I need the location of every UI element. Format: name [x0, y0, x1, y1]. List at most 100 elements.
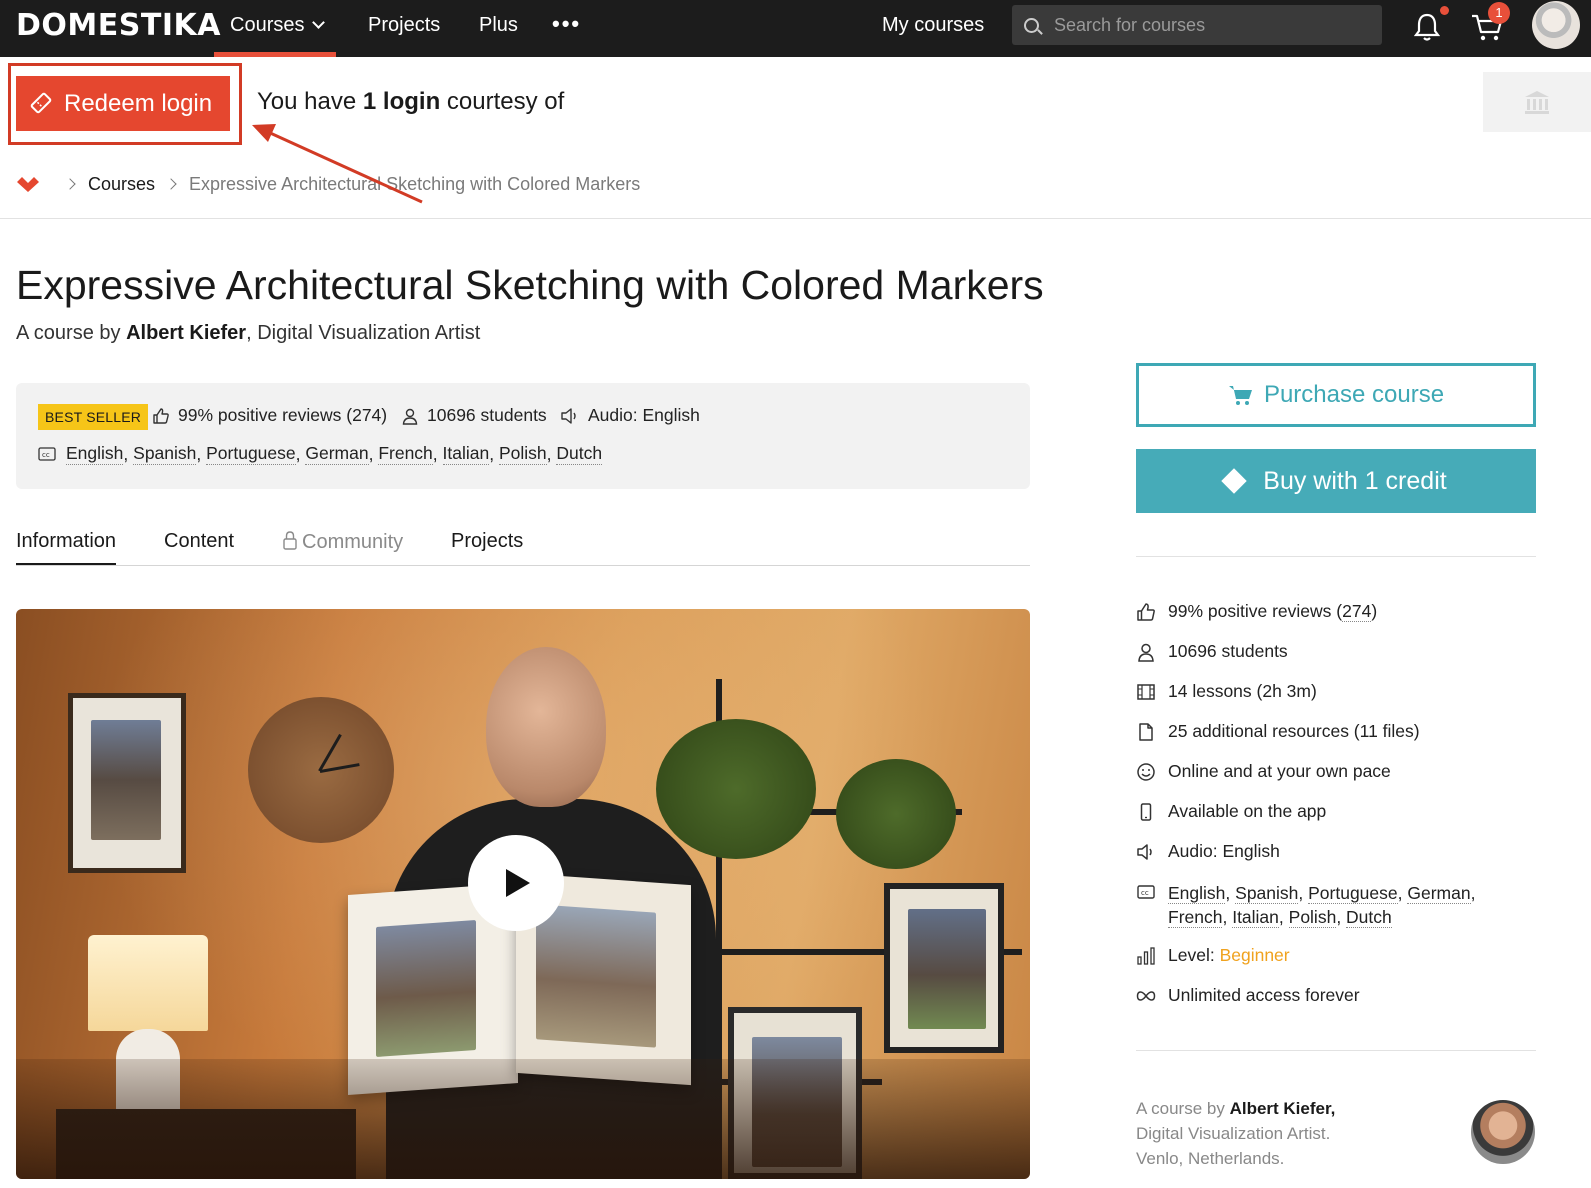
sketch-building: [908, 909, 986, 1029]
closed-captions-icon: cc: [38, 447, 56, 461]
students-info: 10696 students: [401, 405, 547, 426]
course-info-box: BEST SELLER 99% positive reviews (274) 1…: [16, 383, 1030, 489]
subtitle-language[interactable]: Spanish: [1235, 883, 1299, 904]
subtitle-language[interactable]: French: [378, 443, 433, 465]
author-avatar[interactable]: [1471, 1100, 1535, 1164]
subtitle-language[interactable]: Portuguese: [1308, 883, 1398, 904]
sketch-building: [536, 904, 656, 1048]
feature-level: Level: Beginner: [1136, 945, 1290, 966]
purchase-course-button[interactable]: Purchase course: [1136, 363, 1536, 427]
course-tabs: Information Content Community Projects: [16, 524, 1030, 566]
svg-text:cc: cc: [1141, 889, 1149, 897]
hanging-plant: [656, 719, 816, 859]
feature-students: 10696 students: [1136, 641, 1288, 662]
instructor-head: [486, 647, 606, 807]
subtitle-language[interactable]: Polish: [498, 443, 547, 465]
hanging-plant: [836, 759, 956, 869]
nav-projects[interactable]: Projects: [368, 14, 440, 37]
notification-dot: [1440, 6, 1449, 15]
chevron-down-icon: [312, 16, 326, 29]
ticket-icon: [30, 92, 52, 114]
redeem-login-label: Redeem login: [64, 89, 213, 117]
tab-community[interactable]: Community: [282, 530, 403, 554]
courtesy-message: You have 1 login courtesy of: [257, 88, 565, 115]
divider: [0, 218, 1591, 219]
speaker-icon: [1137, 844, 1152, 860]
video-floor-shadow: [16, 1059, 1030, 1179]
sketch-building: [376, 919, 476, 1057]
nav-plus[interactable]: Plus: [479, 14, 518, 37]
film-icon: [1137, 684, 1155, 700]
feature-pace: Online and at your own pace: [1136, 761, 1391, 782]
subtitle-language[interactable]: English: [66, 443, 124, 465]
subtitle-language[interactable]: Dutch: [556, 443, 603, 465]
domestika-logo[interactable]: DOMESTIKA: [16, 8, 221, 43]
cart-icon: [1228, 386, 1252, 405]
domestika-home-icon[interactable]: [16, 174, 40, 194]
breadcrumb-courses[interactable]: Courses: [88, 174, 155, 195]
library-logo-box: [1483, 72, 1591, 132]
subtitle-language[interactable]: German: [305, 443, 369, 465]
lock-icon: [283, 531, 297, 550]
nav-active-indicator: [214, 52, 336, 57]
credit-diamond-icon: [1221, 468, 1248, 494]
feature-resources: 25 additional resources (11 files): [1136, 721, 1420, 742]
author-name-link[interactable]: Albert Kiefer,: [1230, 1099, 1336, 1118]
speaker-icon: [561, 407, 576, 424]
feature-reviews: 99% positive reviews (274): [1136, 601, 1377, 622]
breadcrumb: Courses Expressive Architectural Sketchi…: [16, 170, 640, 198]
closed-captions-icon: cc: [1137, 885, 1155, 899]
thumbs-up-icon: [153, 407, 169, 424]
library-building-icon: [1525, 91, 1549, 114]
author-link[interactable]: Albert Kiefer: [126, 322, 246, 344]
feature-subtitles: cc English, Spanish, Portuguese, German,…: [1136, 881, 1475, 929]
nav-courses-label: Courses: [230, 14, 305, 36]
redeem-login-button[interactable]: Redeem login: [16, 76, 230, 131]
cart-count-badge: 1: [1488, 2, 1510, 24]
course-video-player[interactable]: [16, 609, 1030, 1179]
subtitle-language[interactable]: Italian: [442, 443, 490, 465]
mobile-phone-icon: [1140, 803, 1152, 821]
nav-courses[interactable]: Courses: [230, 14, 326, 37]
framed-sketch-left: [68, 693, 186, 873]
author-location: Venlo, Netherlands.: [1136, 1149, 1285, 1168]
sketch-building: [91, 720, 161, 840]
tab-information[interactable]: Information: [16, 530, 117, 565]
subtitle-language[interactable]: German: [1407, 883, 1471, 904]
subtitles-info: cc English, Spanish, Portuguese, German,…: [38, 443, 603, 465]
level-value: Beginner: [1219, 945, 1290, 965]
feature-app: Available on the app: [1136, 801, 1326, 822]
buy-with-credit-button[interactable]: Buy with 1 credit: [1136, 449, 1536, 513]
feature-access: Unlimited access forever: [1136, 985, 1360, 1006]
reviews-info[interactable]: 99% positive reviews (274): [152, 405, 387, 426]
subtitle-language[interactable]: Polish: [1288, 907, 1337, 928]
subtitle-language[interactable]: Dutch: [1346, 907, 1392, 928]
author-role: Digital Visualization Artist.: [1136, 1124, 1331, 1143]
reviews-count-link[interactable]: 274: [1342, 601, 1372, 622]
divider: [1136, 1050, 1536, 1051]
tab-content[interactable]: Content: [164, 530, 234, 553]
search-bar[interactable]: [1012, 5, 1382, 45]
search-icon: [1024, 18, 1039, 33]
login-count: 1 login: [362, 88, 441, 115]
best-seller-badge: BEST SELLER: [38, 404, 149, 430]
search-input[interactable]: [1054, 13, 1364, 37]
author-card: A course by Albert Kiefer, Digital Visua…: [1136, 1096, 1335, 1171]
feature-lessons: 14 lessons (2h 3m): [1136, 681, 1317, 702]
more-menu-icon[interactable]: •••: [552, 11, 581, 37]
subtitle-language[interactable]: Italian: [1232, 907, 1279, 928]
subtitle-language[interactable]: English: [1168, 883, 1226, 904]
divider: [1136, 556, 1536, 557]
tab-projects[interactable]: Projects: [451, 530, 523, 553]
nav-my-courses[interactable]: My courses: [882, 14, 984, 37]
subtitle-language[interactable]: French: [1168, 907, 1223, 928]
user-avatar[interactable]: [1532, 1, 1580, 49]
top-navbar: DOMESTIKA Courses Projects Plus ••• My c…: [0, 0, 1591, 57]
play-button[interactable]: [468, 835, 564, 931]
subtitle-language[interactable]: Spanish: [133, 443, 197, 465]
subtitle-language[interactable]: Portuguese: [206, 443, 296, 465]
bell-icon[interactable]: [1414, 12, 1440, 42]
bar-chart-icon: [1137, 947, 1155, 965]
chevron-right-icon: [64, 178, 76, 190]
user-icon: [1138, 643, 1154, 662]
